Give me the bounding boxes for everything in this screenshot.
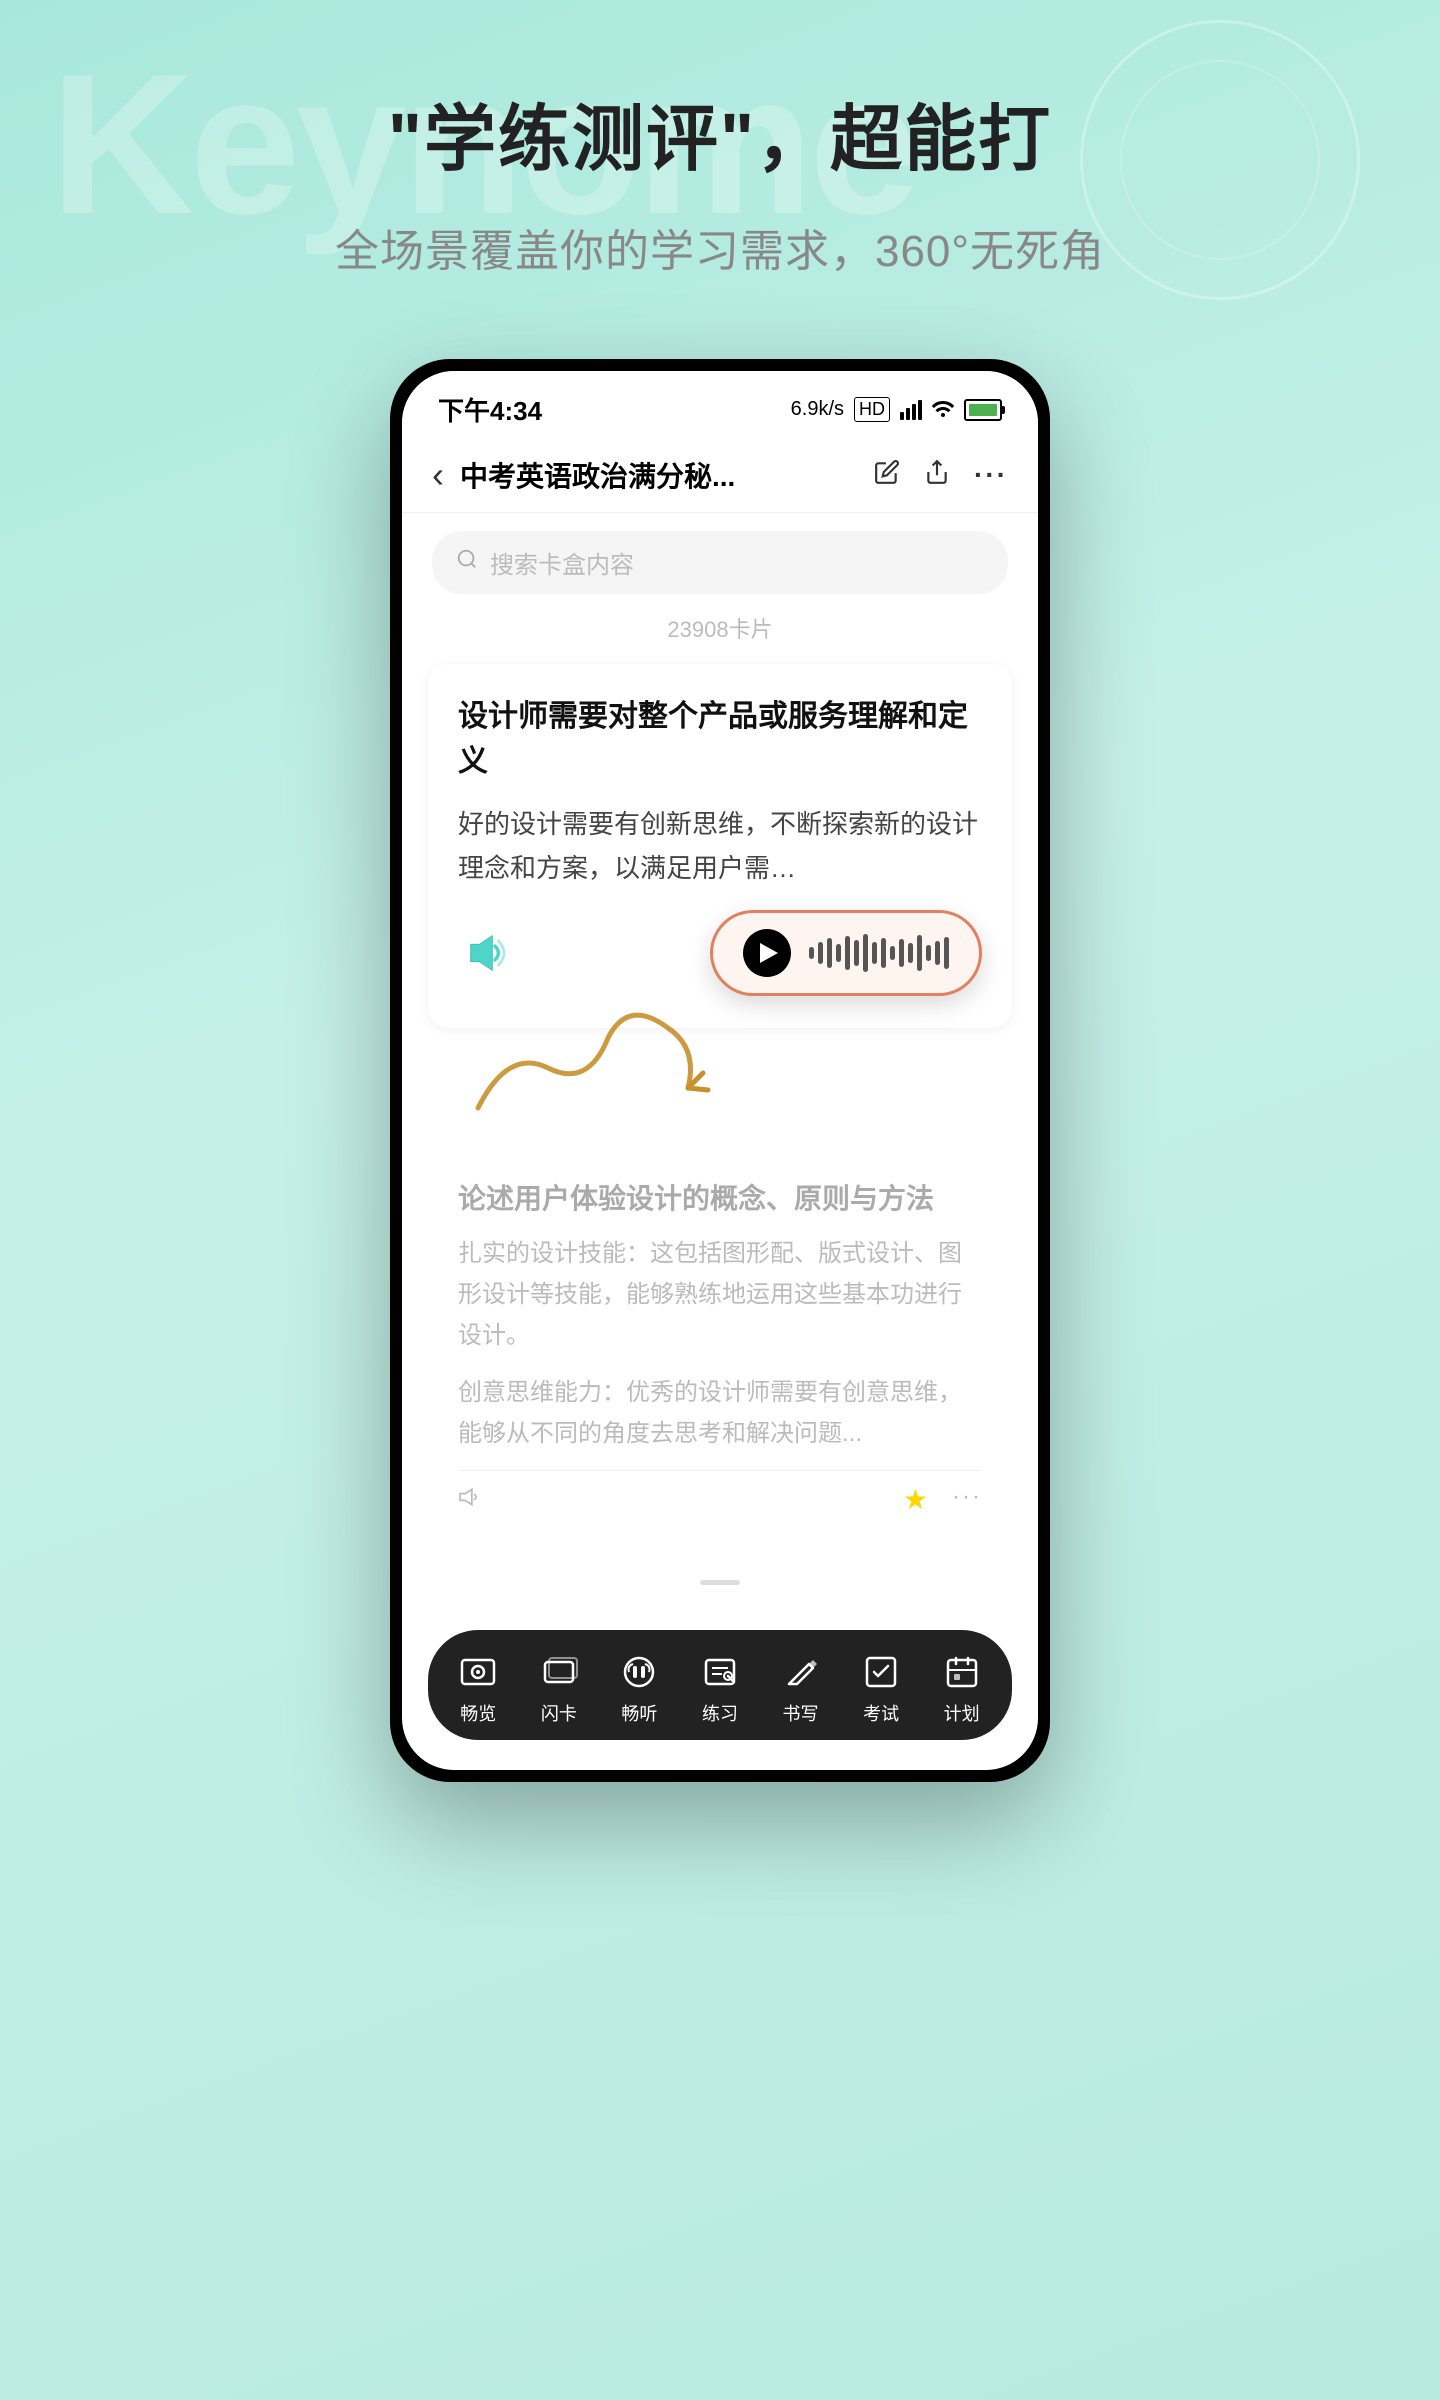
page-content: "学练测评"，超能打 全场景覆盖你的学习需求，360°无死角 下午4:34 6.… [0,0,1440,1782]
nav-item-practice[interactable]: 练习 [698,1650,742,1726]
practice-label: 练习 [702,1700,738,1726]
card-footer: ★ ··· [458,1470,982,1516]
audio-row [458,910,982,996]
audio-pill[interactable] [710,910,982,996]
listen-label: 畅听 [621,1700,657,1726]
bottom-nav: 畅览 闪卡 [428,1630,1012,1740]
status-speed: 6.9k/s [791,398,844,421]
nav-title: 中考英语政治满分秘... [460,455,874,495]
handwritten-arrow-decoration [428,1018,1012,1138]
test-icon [859,1650,903,1694]
hd-label: HD [854,397,890,422]
waveform-display [809,934,949,972]
footer-actions: ★ ··· [903,1483,982,1516]
main-card: 设计师需要对整个产品或服务理解和定义 好的设计需要有创新思维，不断探索新的设计理… [428,664,1012,1028]
blurred-card-title: 论述用户体验设计的概念、原则与方法 [458,1178,982,1220]
blurred-card: 论述用户体验设计的概念、原则与方法 扎实的设计技能：这包括图形配、版式设计、图形… [428,1148,1012,1540]
phone-screen: 下午4:34 6.9k/s HD [402,371,1038,1770]
nav-bar: ‹ 中考英语政治满分秘... [402,438,1038,513]
battery-icon [964,399,1002,421]
browse-label: 畅览 [460,1700,496,1726]
back-button[interactable]: ‹ [432,454,444,496]
more-options-icon[interactable]: ··· [952,1483,982,1516]
partial-card [428,1560,1012,1620]
search-bar[interactable]: 搜索卡盒内容 [432,531,1008,594]
phone-mockup: 下午4:34 6.9k/s HD [390,359,1050,1782]
nav-item-listen[interactable]: 畅听 [617,1650,661,1726]
search-icon [456,548,478,577]
star-icon[interactable]: ★ [903,1483,928,1516]
more-icon[interactable]: ··· [974,459,1008,492]
blurred-card-body1: 扎实的设计技能：这包括图形配、版式设计、图形设计等技能，能够熟练地运用这些基本功… [458,1234,982,1356]
nav-item-write[interactable]: 书写 [779,1650,823,1726]
speaker-icon[interactable] [458,923,518,983]
flashcard-icon [537,1650,581,1694]
card-title: 设计师需要对整个产品或服务理解和定义 [458,694,982,784]
play-button[interactable] [743,929,791,977]
plan-label: 计划 [944,1700,980,1726]
plan-icon [940,1650,984,1694]
write-icon [779,1650,823,1694]
wifi-icon [932,397,954,423]
nav-item-plan[interactable]: 计划 [940,1650,984,1726]
practice-icon [698,1650,742,1694]
flashcard-label: 闪卡 [541,1700,577,1726]
listen-icon [617,1650,661,1694]
nav-action-icons: ··· [874,459,1008,492]
headline: "学练测评"，超能打 [388,80,1052,185]
signal-icon [900,400,922,420]
blurred-card-body2: 创意思维能力：优秀的设计师需要有创意思维，能够从不同的角度去思考和解决问题... [458,1373,982,1455]
edit-icon[interactable] [874,459,900,492]
status-right: 6.9k/s HD [791,397,1002,423]
share-icon[interactable] [924,459,950,492]
browse-icon [456,1650,500,1694]
test-label: 考试 [863,1700,899,1726]
status-time: 下午4:34 [438,391,542,428]
status-bar: 下午4:34 6.9k/s HD [402,371,1038,438]
subheadline: 全场景覆盖你的学习需求，360°无死角 [335,215,1105,279]
search-placeholder: 搜索卡盒内容 [490,545,634,580]
nav-item-test[interactable]: 考试 [859,1650,903,1726]
card-body: 好的设计需要有创新思维，不断探索新的设计理念和方案，以满足用户需… [458,802,982,890]
nav-item-flashcard[interactable]: 闪卡 [537,1650,581,1726]
write-label: 书写 [783,1700,819,1726]
card-count: 23908卡片 [402,612,1038,644]
nav-item-browse[interactable]: 畅览 [456,1650,500,1726]
footer-speaker-icon[interactable] [458,1484,484,1515]
